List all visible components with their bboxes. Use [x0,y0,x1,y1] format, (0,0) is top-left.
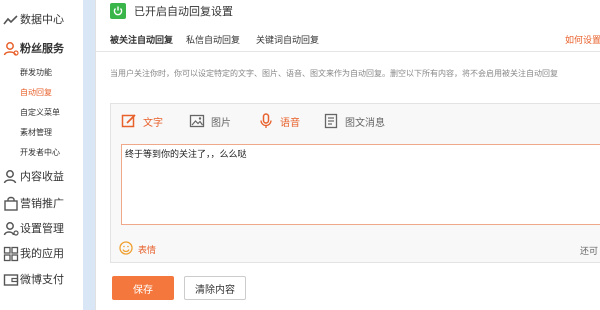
edit-text-icon [121,113,137,129]
reply-editor: 文字 图片 语音 图文消息 终于等到你的关注了，，么么哒 表情 还可 [110,103,600,263]
reply-content-textarea[interactable]: 终于等到你的关注了，，么么哒 [121,144,600,225]
user-group-icon [3,41,19,57]
shopping-bag-icon [3,196,19,212]
sidebar-item-label: 设置管理 [20,222,64,235]
editor-toolbar: 文字 图片 语音 图文消息 [111,104,600,138]
tool-image[interactable]: 图片 [189,113,231,129]
power-icon[interactable] [110,3,126,19]
tool-label: 文字 [143,117,163,129]
main-panel: 已开启自动回复设置 被关注自动回复 私信自动回复 关键词自动回复 如何设置 当用… [95,0,600,310]
sidebar-subitem-custom-menu[interactable]: 自定义菜单 [20,107,60,119]
tab-message-auto-reply[interactable]: 私信自动回复 [186,33,240,46]
sidebar-item-label: 数据中心 [20,13,64,26]
tool-voice[interactable]: 语音 [258,113,300,129]
sidebar-item-settings[interactable]: 设置管理 [0,218,83,240]
sidebar-subitem-broadcast[interactable]: 群发功能 [20,67,52,79]
help-link[interactable]: 如何设置 [565,33,600,46]
sidebar-item-label: 微博支付 [20,273,64,286]
tab-keyword-auto-reply[interactable]: 关键词自动回复 [256,33,319,46]
remaining-chars-label: 还可 [579,247,598,257]
emoji-label: 表情 [138,246,157,256]
clear-content-button[interactable]: 清除内容 [184,276,246,300]
sidebar-item-label: 粉丝服务 [20,42,64,55]
tool-article[interactable]: 图文消息 [323,113,385,129]
tool-text[interactable]: 文字 [121,113,163,129]
sidebar-item-label: 营销推广 [20,197,64,210]
image-icon [189,113,205,129]
hint-text: 当用户关注你时，你可以设定特定的文字、图片、语音、图文来作为自动回复。删空以下所… [110,69,558,78]
article-icon [323,113,339,129]
sidebar-item-weibo-pay[interactable]: 微博支付 [0,269,83,291]
sidebar-divider-strip [83,0,95,310]
user-settings-icon [3,221,19,237]
page-title: 已开启自动回复设置 [134,5,233,18]
sidebar-subitem-developer[interactable]: 开发者中心 [20,147,60,159]
sidebar-subitem-auto-reply[interactable]: 自动回复 [20,87,52,99]
microphone-icon [258,113,274,129]
tab-follow-auto-reply[interactable]: 被关注自动回复 [110,33,173,46]
tab-bar: 被关注自动回复 私信自动回复 关键词自动回复 如何设置 [96,26,600,52]
apps-grid-icon [3,246,19,262]
wallet-icon [3,272,19,288]
editor-footer: 表情 还可 [111,236,600,264]
tool-label: 语音 [280,117,300,129]
header: 已开启自动回复设置 [110,0,233,22]
emoji-button[interactable]: 表情 [119,241,156,258]
sidebar-subitem-assets[interactable]: 素材管理 [20,127,52,139]
sidebar-item-label: 内容收益 [20,170,64,183]
sidebar-item-marketing[interactable]: 营销推广 [0,193,83,215]
sidebar-item-content-revenue[interactable]: 内容收益 [0,166,83,188]
sidebar-item-label: 我的应用 [20,247,64,260]
trend-line-icon [3,12,19,28]
sidebar-item-data-center[interactable]: 数据中心 [0,9,83,31]
tool-label: 图片 [211,117,231,129]
smiley-icon [119,241,133,258]
sidebar-item-my-apps[interactable]: 我的应用 [0,243,83,265]
sidebar: 数据中心 粉丝服务 群发功能 自动回复 自定义菜单 素材管理 开发者中心 内容收… [0,0,83,310]
tool-label: 图文消息 [345,117,385,129]
save-button[interactable]: 保存 [112,276,174,300]
user-revenue-icon [3,169,19,185]
sidebar-item-fans-service[interactable]: 粉丝服务 [0,38,83,60]
